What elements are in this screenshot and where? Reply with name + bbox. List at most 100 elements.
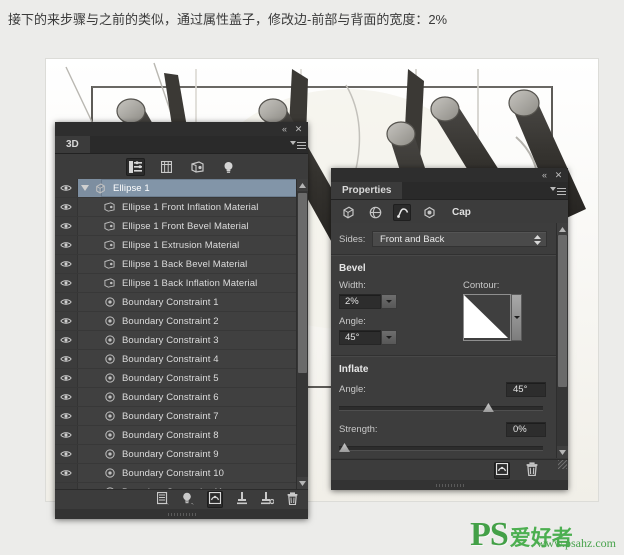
sides-value: Front and Back [380, 233, 445, 245]
disclosure-triangle-icon[interactable] [78, 185, 92, 191]
scroll-up-icon[interactable] [557, 223, 568, 235]
add-spot-light-icon[interactable] [261, 491, 275, 508]
inflate-strength-input[interactable]: 0% [506, 422, 546, 437]
tab-3d[interactable]: 3D [55, 136, 90, 153]
collapse-icon[interactable]: « [539, 170, 550, 180]
panel-menu-icon[interactable] [290, 140, 306, 149]
cap-tab-icon[interactable] [393, 203, 411, 221]
layer-row[interactable]: Boundary Constraint 6 [55, 388, 308, 407]
layer-name: Boundary Constraint 9 [122, 448, 219, 460]
properties-panel-footer[interactable] [331, 459, 568, 480]
properties-panel-resize-grip[interactable] [331, 480, 568, 490]
deform-tab-icon[interactable] [366, 204, 384, 221]
contour-label: Contour: [463, 280, 500, 291]
close-icon[interactable]: ✕ [553, 170, 564, 180]
bevel-angle-dropdown-icon[interactable] [381, 330, 397, 345]
layer-row[interactable]: Boundary Constraint 10 [55, 464, 308, 483]
constraint-icon [101, 392, 118, 402]
bevel-width-input[interactable]: 2% [339, 294, 381, 309]
page-title: 接下的来步骤与之前的类似，通过属性盖子，修改边-前部与背面的宽度：2% [0, 0, 624, 40]
layer-row[interactable]: Ellipse 1 Back Bevel Material [55, 255, 308, 274]
bevel-angle-input[interactable]: 45° [339, 330, 381, 345]
properties-scrollbar[interactable] [556, 223, 568, 458]
bevel-width-dropdown-icon[interactable] [381, 294, 397, 309]
delete-icon[interactable] [526, 461, 538, 479]
coordinates-tab-icon[interactable] [420, 204, 438, 221]
resize-corner[interactable] [558, 460, 567, 469]
visibility-eye-icon[interactable] [55, 217, 78, 235]
add-mesh-icon[interactable] [156, 491, 169, 508]
layer-name: Ellipse 1 Front Inflation Material [122, 201, 259, 213]
visibility-eye-icon[interactable] [55, 255, 78, 273]
visibility-eye-icon[interactable] [55, 312, 78, 330]
visibility-eye-icon[interactable] [55, 464, 78, 482]
visibility-eye-icon[interactable] [55, 350, 78, 368]
layer-row[interactable]: Ellipse 1 Back Inflation Material [55, 274, 308, 293]
3d-panel[interactable]: « ✕ 3D Ellipse 1 Ellipse 1 Front Inflatio… [55, 122, 308, 519]
3d-filter-toolbar[interactable] [55, 154, 308, 181]
material-icon [101, 278, 118, 288]
visibility-eye-icon[interactable] [55, 388, 78, 406]
3d-panel-footer[interactable] [55, 489, 308, 509]
scroll-up-icon[interactable] [297, 179, 308, 191]
inflate-strength-slider[interactable] [339, 443, 543, 452]
layer-row[interactable]: Ellipse 1 Extrusion Material [55, 236, 308, 255]
tab-properties[interactable]: Properties [331, 182, 403, 199]
inflate-angle-label: Angle: [339, 384, 366, 395]
add-light-icon[interactable] [182, 492, 194, 508]
mesh-tab-icon[interactable] [339, 204, 357, 221]
3d-scene-list[interactable]: Ellipse 1 Ellipse 1 Front Inflation Mater… [55, 179, 308, 489]
visibility-eye-icon[interactable] [55, 293, 78, 311]
bevel-angle-label: Angle: [339, 316, 366, 327]
layer-row[interactable]: Boundary Constraint 3 [55, 331, 308, 350]
constraint-icon [101, 354, 118, 364]
properties-panel[interactable]: « ✕ Properties Cap Sides: Front and Back [331, 168, 568, 490]
lights-filter-icon[interactable] [219, 158, 238, 176]
contour-dropdown-icon[interactable] [511, 294, 522, 341]
3d-panel-resize-grip[interactable] [55, 509, 308, 519]
active-tab-label: Cap [452, 206, 471, 218]
scrollbar-thumb[interactable] [298, 193, 307, 373]
layer-row[interactable]: Boundary Constraint 4 [55, 350, 308, 369]
visibility-eye-icon[interactable] [55, 426, 78, 444]
collapse-icon[interactable]: « [279, 124, 290, 134]
visibility-eye-icon[interactable] [55, 198, 78, 216]
visibility-eye-icon[interactable] [55, 445, 78, 463]
layer-name: Boundary Constraint 2 [122, 315, 219, 327]
scene-filter-icon[interactable] [125, 158, 145, 176]
layer-row[interactable]: Boundary Constraint 9 [55, 445, 308, 464]
contour-thumbnail[interactable] [463, 294, 511, 341]
add-point-light-icon[interactable] [236, 491, 248, 508]
layer-row[interactable]: Boundary Constraint 1 [55, 293, 308, 312]
layer-name: Boundary Constraint 10 [122, 467, 225, 479]
inflate-angle-input[interactable]: 45° [506, 382, 546, 397]
sides-dropdown[interactable]: Front and Back [372, 231, 547, 247]
layer-row[interactable]: Boundary Constraint 5 [55, 369, 308, 388]
layer-row[interactable]: Ellipse 1 [55, 179, 308, 198]
visibility-eye-icon[interactable] [55, 236, 78, 254]
visibility-eye-icon[interactable] [55, 369, 78, 387]
panel-menu-icon[interactable] [550, 186, 566, 195]
scroll-down-icon[interactable] [297, 477, 308, 489]
scrollbar-thumb[interactable] [558, 235, 567, 387]
layer-row[interactable]: Ellipse 1 Front Inflation Material [55, 198, 308, 217]
materials-filter-icon[interactable] [188, 158, 207, 176]
visibility-eye-icon[interactable] [55, 274, 78, 292]
visibility-eye-icon[interactable] [55, 179, 78, 197]
delete-icon[interactable] [287, 491, 298, 508]
close-icon[interactable]: ✕ [293, 124, 304, 134]
layer-row[interactable]: Boundary Constraint 2 [55, 312, 308, 331]
properties-tab-icons[interactable]: Cap [331, 200, 568, 225]
inflate-angle-slider[interactable] [339, 403, 543, 412]
layer-row[interactable]: Ellipse 1 Front Bevel Material [55, 217, 308, 236]
3d-list-scrollbar[interactable] [296, 179, 308, 489]
mesh-filter-icon[interactable] [157, 158, 176, 176]
toggle-ground-plane-icon[interactable] [207, 491, 223, 508]
render-icon[interactable] [494, 461, 510, 479]
visibility-eye-icon[interactable] [55, 331, 78, 349]
sides-row: Sides: Front and Back [331, 223, 557, 247]
layer-row[interactable]: Boundary Constraint 8 [55, 426, 308, 445]
layer-row[interactable]: Boundary Constraint 7 [55, 407, 308, 426]
visibility-eye-icon[interactable] [55, 407, 78, 425]
scroll-down-icon[interactable] [557, 446, 568, 458]
